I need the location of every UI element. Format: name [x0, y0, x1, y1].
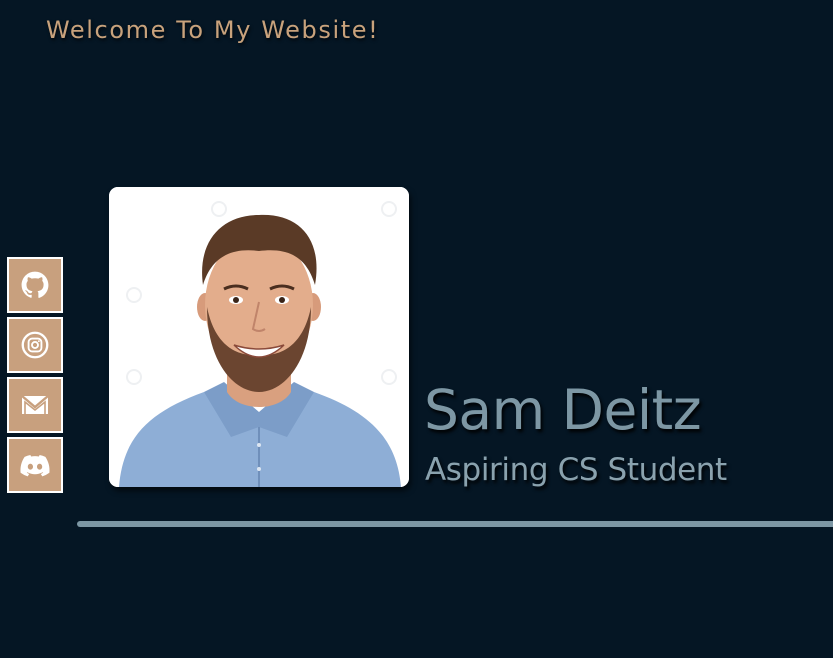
instagram-button[interactable] — [7, 317, 63, 373]
instagram-icon — [21, 331, 49, 359]
portrait-illustration — [109, 187, 409, 487]
profile-name: Sam Deitz — [424, 378, 702, 442]
github-icon — [21, 271, 49, 298]
email-button[interactable] — [7, 377, 63, 433]
section-divider — [77, 521, 833, 527]
profile-subtitle: Aspiring CS Student — [425, 452, 727, 488]
mail-icon — [21, 395, 49, 414]
profile-photo — [109, 187, 409, 487]
welcome-heading: Welcome To My Website! — [46, 16, 380, 44]
github-button[interactable] — [7, 257, 63, 313]
discord-icon — [20, 455, 50, 477]
discord-button[interactable] — [7, 437, 63, 493]
